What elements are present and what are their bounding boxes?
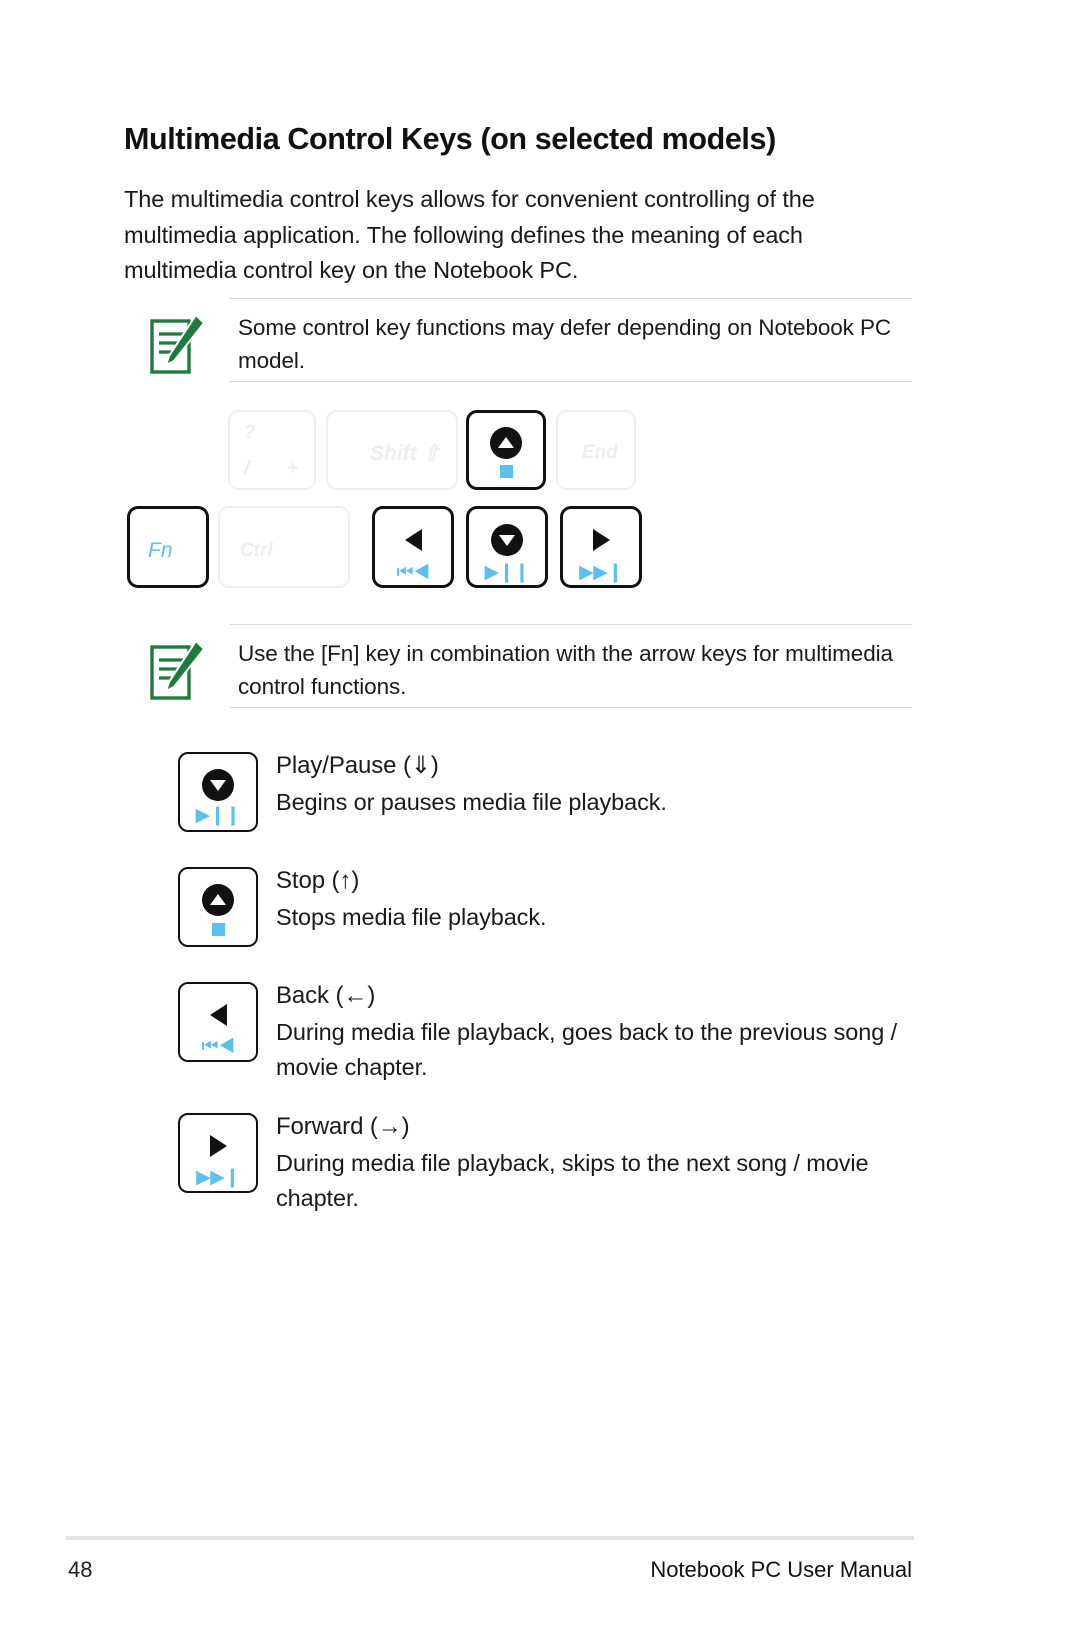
ctrl-key-label: Ctrl [240,540,273,561]
forward-media-glyph: ▶▶❙ [196,1167,240,1188]
entry-title: Stop (↑) [276,867,360,894]
back-key-thumb[interactable]: ⏮◀ [178,982,258,1062]
play-pause-circle-down-triangle-icon [469,524,545,556]
forward-media-symbol: ▶▶❙ [180,1168,256,1187]
note-box-2: Use the [Fn] key in combination with the… [144,624,912,708]
plus-key-label: + [286,458,298,479]
slash-key-label: / [244,458,250,479]
forward-key-diagram[interactable]: ▶▶❙ [560,506,642,588]
intro-paragraph: The multimedia control keys allows for c… [124,186,815,283]
question-slash-plus-key[interactable]: ? / + [228,410,316,490]
entry-title: Back (←) [276,982,376,1009]
document-page: Multimedia Control Keys (on selected mod… [0,0,1080,1627]
end-key-label: End [582,442,618,463]
forward-media-glyph: ▶▶❙ [579,562,623,583]
entry-body: Play/Pause (⇓) Begins or pauses media fi… [276,750,916,820]
stop-circle-up-triangle-icon [469,427,543,459]
back-left-triangle-icon [180,1004,256,1026]
keyboard-diagram: ? / + Shift ⇧ End Fn Ctrl ⏮◀ ▶❙❙ ▶▶❙ [124,410,664,588]
stop-blue-square-icon [469,465,543,478]
entry-body: Back (←) During media file playback, goe… [276,980,916,1085]
note-box-1: Some control key functions may defer dep… [144,298,912,382]
play-pause-key-diagram[interactable]: ▶❙❙ [466,506,548,588]
entry-body: Stop (↑) Stops media file playback. [276,865,916,935]
manual-title: Notebook PC User Manual [650,1557,912,1582]
entry-text: Begins or pauses media file playback. [276,789,667,815]
back-media-glyph: ⏮◀ [396,562,430,583]
entry-body: Forward (→) During media file playback, … [276,1111,916,1216]
entry-text: Stops media file playback. [276,904,547,930]
page-number: 48 [68,1557,93,1582]
play-pause-media-glyph: ▶❙❙ [195,805,241,826]
end-key[interactable]: End [556,410,636,490]
back-media-symbol: ⏮◀ [375,563,451,582]
page-title: Multimedia Control Keys (on selected mod… [124,122,776,156]
forward-key-thumb[interactable]: ▶▶❙ [178,1113,258,1193]
stop-blue-square-icon [180,923,256,936]
shift-key-label: Shift ⇧ [370,442,441,465]
stop-key-thumb[interactable] [178,867,258,947]
fn-key[interactable]: Fn [127,506,209,588]
play-pause-media-symbol: ▶❙❙ [180,806,256,825]
stop-circle-up-triangle-icon [180,884,256,916]
fn-key-label: Fn [148,539,173,562]
play-pause-key-thumb[interactable]: ▶❙❙ [178,752,258,832]
note-text-2: Use the [Fn] key in combination with the… [238,641,893,699]
footer-divider [66,1536,914,1540]
entry-title: Play/Pause (⇓) [276,752,439,779]
stop-key-diagram[interactable] [466,410,546,490]
note-text-1: Some control key functions may defer dep… [238,315,892,373]
entry-title: Forward (→) [276,1113,410,1140]
play-pause-circle-down-triangle-icon [180,769,256,801]
forward-right-triangle-icon [180,1135,256,1157]
entry-text: During media file playback, goes back to… [276,1019,898,1080]
question-key-label: ? [244,422,256,443]
shift-key[interactable]: Shift ⇧ [326,410,458,490]
back-media-glyph: ⏮◀ [201,1036,235,1057]
note-pencil-icon [146,312,208,376]
back-media-symbol: ⏮◀ [180,1037,256,1056]
back-left-triangle-icon [375,529,451,551]
ctrl-key[interactable]: Ctrl [218,506,350,588]
forward-right-triangle-icon [563,529,639,551]
play-pause-media-symbol: ▶❙❙ [469,563,545,582]
play-pause-media-glyph: ▶❙❙ [484,562,530,583]
entry-text: During media file playback, skips to the… [276,1150,869,1211]
back-key-diagram[interactable]: ⏮◀ [372,506,454,588]
note-pencil-icon [146,638,208,702]
forward-media-symbol: ▶▶❙ [563,563,639,582]
